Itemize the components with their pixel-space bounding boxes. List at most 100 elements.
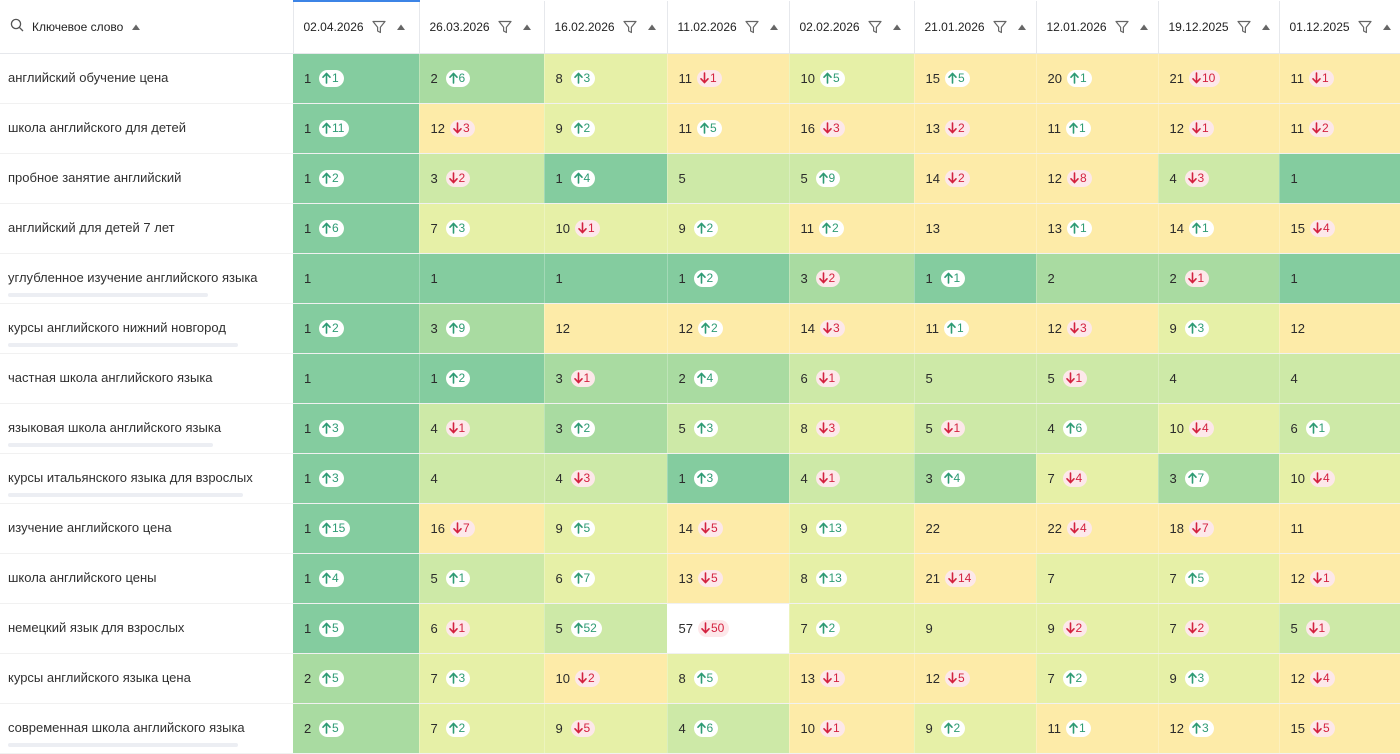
- sort-asc-icon[interactable]: [396, 23, 406, 31]
- position-cell[interactable]: 72: [1158, 603, 1280, 654]
- filter-icon[interactable]: [992, 20, 1007, 34]
- position-cell[interactable]: 13: [293, 453, 420, 504]
- position-cell[interactable]: 10 1: [544, 203, 668, 254]
- sort-asc-icon[interactable]: [647, 23, 657, 31]
- position-cell[interactable]: 22 4: [1036, 503, 1159, 554]
- position-cell[interactable]: 12 3: [1036, 303, 1159, 354]
- position-cell[interactable]: 74: [1036, 453, 1159, 504]
- position-cell[interactable]: 13 2: [914, 103, 1037, 154]
- position-cell[interactable]: 93: [1158, 653, 1280, 704]
- position-cell[interactable]: 75: [1158, 553, 1280, 604]
- position-cell[interactable]: 12: [419, 353, 545, 404]
- keyword-cell[interactable]: английский обучение цена: [0, 53, 293, 104]
- position-cell[interactable]: 10 2: [544, 653, 668, 704]
- position-cell[interactable]: 10 1: [789, 703, 915, 754]
- keyword-cell[interactable]: современная школа английского языка: [0, 703, 293, 754]
- position-cell[interactable]: 12 5: [914, 653, 1037, 704]
- sort-asc-icon[interactable]: [892, 23, 902, 31]
- position-cell[interactable]: 13: [914, 203, 1037, 254]
- position-cell[interactable]: 92: [914, 703, 1037, 754]
- position-cell[interactable]: 37: [1158, 453, 1280, 504]
- position-cell[interactable]: 12: [293, 303, 420, 354]
- keyword-column-header[interactable]: Ключевое слово: [0, 1, 294, 54]
- keyword-cell[interactable]: языковая школа английского языка: [0, 403, 293, 454]
- position-cell[interactable]: 14 5: [667, 503, 790, 554]
- filter-icon[interactable]: [745, 20, 759, 34]
- position-cell[interactable]: 12: [1279, 303, 1400, 354]
- keyword-cell[interactable]: немецкий язык для взрослых: [0, 603, 293, 654]
- position-cell[interactable]: 111: [1279, 53, 1400, 104]
- position-cell[interactable]: 10 4: [1158, 403, 1280, 454]
- position-cell[interactable]: 20 1: [1036, 53, 1159, 104]
- position-cell[interactable]: 9 13: [789, 503, 915, 554]
- position-cell[interactable]: 111: [1036, 703, 1159, 754]
- filter-icon[interactable]: [622, 20, 637, 34]
- position-cell[interactable]: 14 1: [1158, 203, 1280, 254]
- sort-asc-icon[interactable]: [769, 23, 779, 31]
- position-cell[interactable]: 4: [1158, 353, 1280, 404]
- position-cell[interactable]: 11: [1279, 503, 1400, 554]
- filter-icon[interactable]: [1114, 20, 1129, 34]
- position-cell[interactable]: 83: [789, 403, 915, 454]
- position-cell[interactable]: 2: [1036, 253, 1159, 304]
- position-cell[interactable]: 34: [914, 453, 1037, 504]
- position-cell[interactable]: 111: [914, 303, 1037, 354]
- date-column-header[interactable]: 16.02.2026: [544, 1, 668, 54]
- position-cell[interactable]: 18 7: [1158, 503, 1280, 554]
- position-cell[interactable]: 13 1: [789, 653, 915, 704]
- date-column-header[interactable]: 12.01.2026: [1036, 1, 1159, 54]
- keyword-cell[interactable]: частная школа английского языка: [0, 353, 293, 404]
- date-column-header[interactable]: 21.01.2026: [914, 1, 1037, 54]
- keyword-cell[interactable]: курсы английского языка цена: [0, 653, 293, 704]
- position-cell[interactable]: 1: [1279, 253, 1400, 304]
- position-cell[interactable]: 5 52: [544, 603, 668, 654]
- position-cell[interactable]: 7: [1036, 553, 1159, 604]
- date-column-header[interactable]: 19.12.2025: [1158, 1, 1280, 54]
- position-cell[interactable]: 1: [293, 253, 420, 304]
- position-cell[interactable]: 72: [789, 603, 915, 654]
- position-cell[interactable]: 15: [293, 603, 420, 654]
- position-cell[interactable]: 53: [667, 403, 790, 454]
- position-cell[interactable]: 32: [789, 253, 915, 304]
- position-cell[interactable]: 95: [544, 703, 668, 754]
- position-cell[interactable]: 13 1: [1036, 203, 1159, 254]
- position-cell[interactable]: 111: [667, 53, 790, 104]
- position-cell[interactable]: 115: [667, 103, 790, 154]
- filter-icon[interactable]: [1357, 20, 1372, 34]
- position-cell[interactable]: 14: [293, 553, 420, 604]
- position-cell[interactable]: 12 2: [667, 303, 790, 354]
- position-cell[interactable]: 32: [544, 403, 668, 454]
- position-cell[interactable]: 51: [419, 553, 545, 604]
- search-icon[interactable]: [10, 18, 24, 35]
- date-column-header[interactable]: 01.12.2025: [1279, 1, 1400, 54]
- keyword-cell[interactable]: пробное занятие английский: [0, 153, 293, 204]
- position-cell[interactable]: 13: [293, 403, 420, 454]
- position-cell[interactable]: 24: [667, 353, 790, 404]
- position-cell[interactable]: 26: [419, 53, 545, 104]
- date-column-header[interactable]: 02.02.2026: [789, 1, 915, 54]
- filter-icon[interactable]: [867, 20, 882, 34]
- position-cell[interactable]: 14 2: [914, 153, 1037, 204]
- position-cell[interactable]: 111: [1036, 103, 1159, 154]
- position-cell[interactable]: 92: [667, 203, 790, 254]
- position-cell[interactable]: 12 3: [1158, 703, 1280, 754]
- position-cell[interactable]: 22: [914, 503, 1037, 554]
- position-cell[interactable]: 25: [293, 653, 420, 704]
- position-cell[interactable]: 12 1: [1279, 553, 1400, 604]
- position-cell[interactable]: 51: [1279, 603, 1400, 654]
- position-cell[interactable]: 12: [293, 153, 420, 204]
- position-cell[interactable]: 46: [667, 703, 790, 754]
- position-cell[interactable]: 14 3: [789, 303, 915, 354]
- position-cell[interactable]: 25: [293, 703, 420, 754]
- position-cell[interactable]: 115: [293, 503, 420, 554]
- date-column-header[interactable]: 02.04.2026: [293, 0, 420, 54]
- position-cell[interactable]: 12: [544, 303, 668, 354]
- sort-asc-icon[interactable]: [1382, 23, 1392, 31]
- keyword-cell[interactable]: курсы английского нижний новгород: [0, 303, 293, 354]
- position-cell[interactable]: 46: [1036, 403, 1159, 454]
- keyword-cell[interactable]: английский для детей 7 лет: [0, 203, 293, 254]
- position-cell[interactable]: 21 10: [1158, 53, 1280, 104]
- position-cell[interactable]: 59: [789, 153, 915, 204]
- filter-icon[interactable]: [1236, 20, 1251, 34]
- position-cell[interactable]: 11: [293, 53, 420, 104]
